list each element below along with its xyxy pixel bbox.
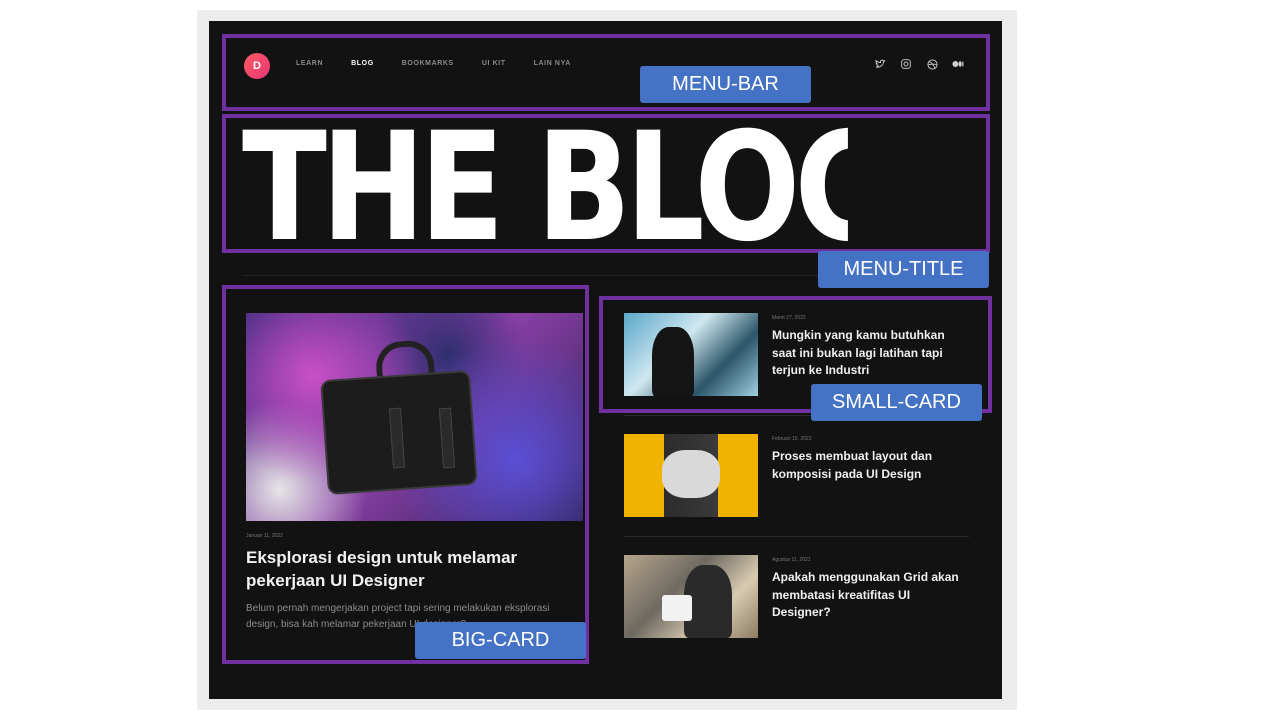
big-card-tag: BIG-CARD <box>415 622 586 659</box>
big-card-image[interactable] <box>246 313 583 521</box>
small-card[interactable]: Agustus 11, 2021 Apakah menggunakan Grid… <box>624 555 969 640</box>
menu-title-tag: MENU-TITLE <box>818 251 989 288</box>
small-card-title: Mungkin yang kamu butuhkan saat ini buka… <box>772 328 945 377</box>
nav-item-blog[interactable]: BLOG <box>351 60 374 67</box>
twitter-icon[interactable] <box>874 58 886 70</box>
hand-shape <box>662 450 720 498</box>
small-card[interactable]: Februari 15, 2022 Proses membuat layout … <box>624 434 969 519</box>
avatar-letter: D <box>253 60 261 72</box>
instagram-icon[interactable] <box>900 58 912 70</box>
small-card-date: Agustus 11, 2021 <box>772 557 811 563</box>
big-card-date: Januari 11, 2022 <box>246 533 283 539</box>
small-card-image <box>624 555 758 638</box>
big-card-title[interactable]: Eksplorasi design untuk melamar pekerjaa… <box>246 546 546 592</box>
small-card-date: Maret 27, 2022 <box>772 315 806 321</box>
brand-avatar[interactable]: D <box>244 53 270 79</box>
card-divider <box>624 536 969 537</box>
nav-item-learn[interactable]: LEARN <box>296 60 323 67</box>
small-card-title: Apakah menggunakan Grid akan membatasi k… <box>772 570 959 619</box>
small-card-image <box>624 434 758 517</box>
nav-item-bookmarks[interactable]: BOOKMARKS <box>402 60 454 67</box>
nav-item-lain-nya[interactable]: LAIN NYA <box>534 60 571 67</box>
page-title: THE BLOG <box>242 113 848 251</box>
small-card-date: Februari 15, 2022 <box>772 436 812 442</box>
nav-item-ui-kit[interactable]: UI KIT <box>482 60 506 67</box>
medium-icon[interactable] <box>952 58 964 70</box>
small-card-image <box>624 313 758 396</box>
person-shape <box>652 327 694 396</box>
paper-shape <box>662 595 692 621</box>
social-links <box>874 58 964 70</box>
blog-screen: D LEARN BLOG BOOKMARKS UI KIT LAIN NYA T… <box>209 21 1002 699</box>
main-nav: LEARN BLOG BOOKMARKS UI KIT LAIN NYA <box>296 60 571 67</box>
dribbble-icon[interactable] <box>926 58 938 70</box>
small-card-tag: SMALL-CARD <box>811 384 982 421</box>
menu-bar-tag: MENU-BAR <box>640 66 811 103</box>
small-card-title: Proses membuat layout dan komposisi pada… <box>772 449 933 481</box>
